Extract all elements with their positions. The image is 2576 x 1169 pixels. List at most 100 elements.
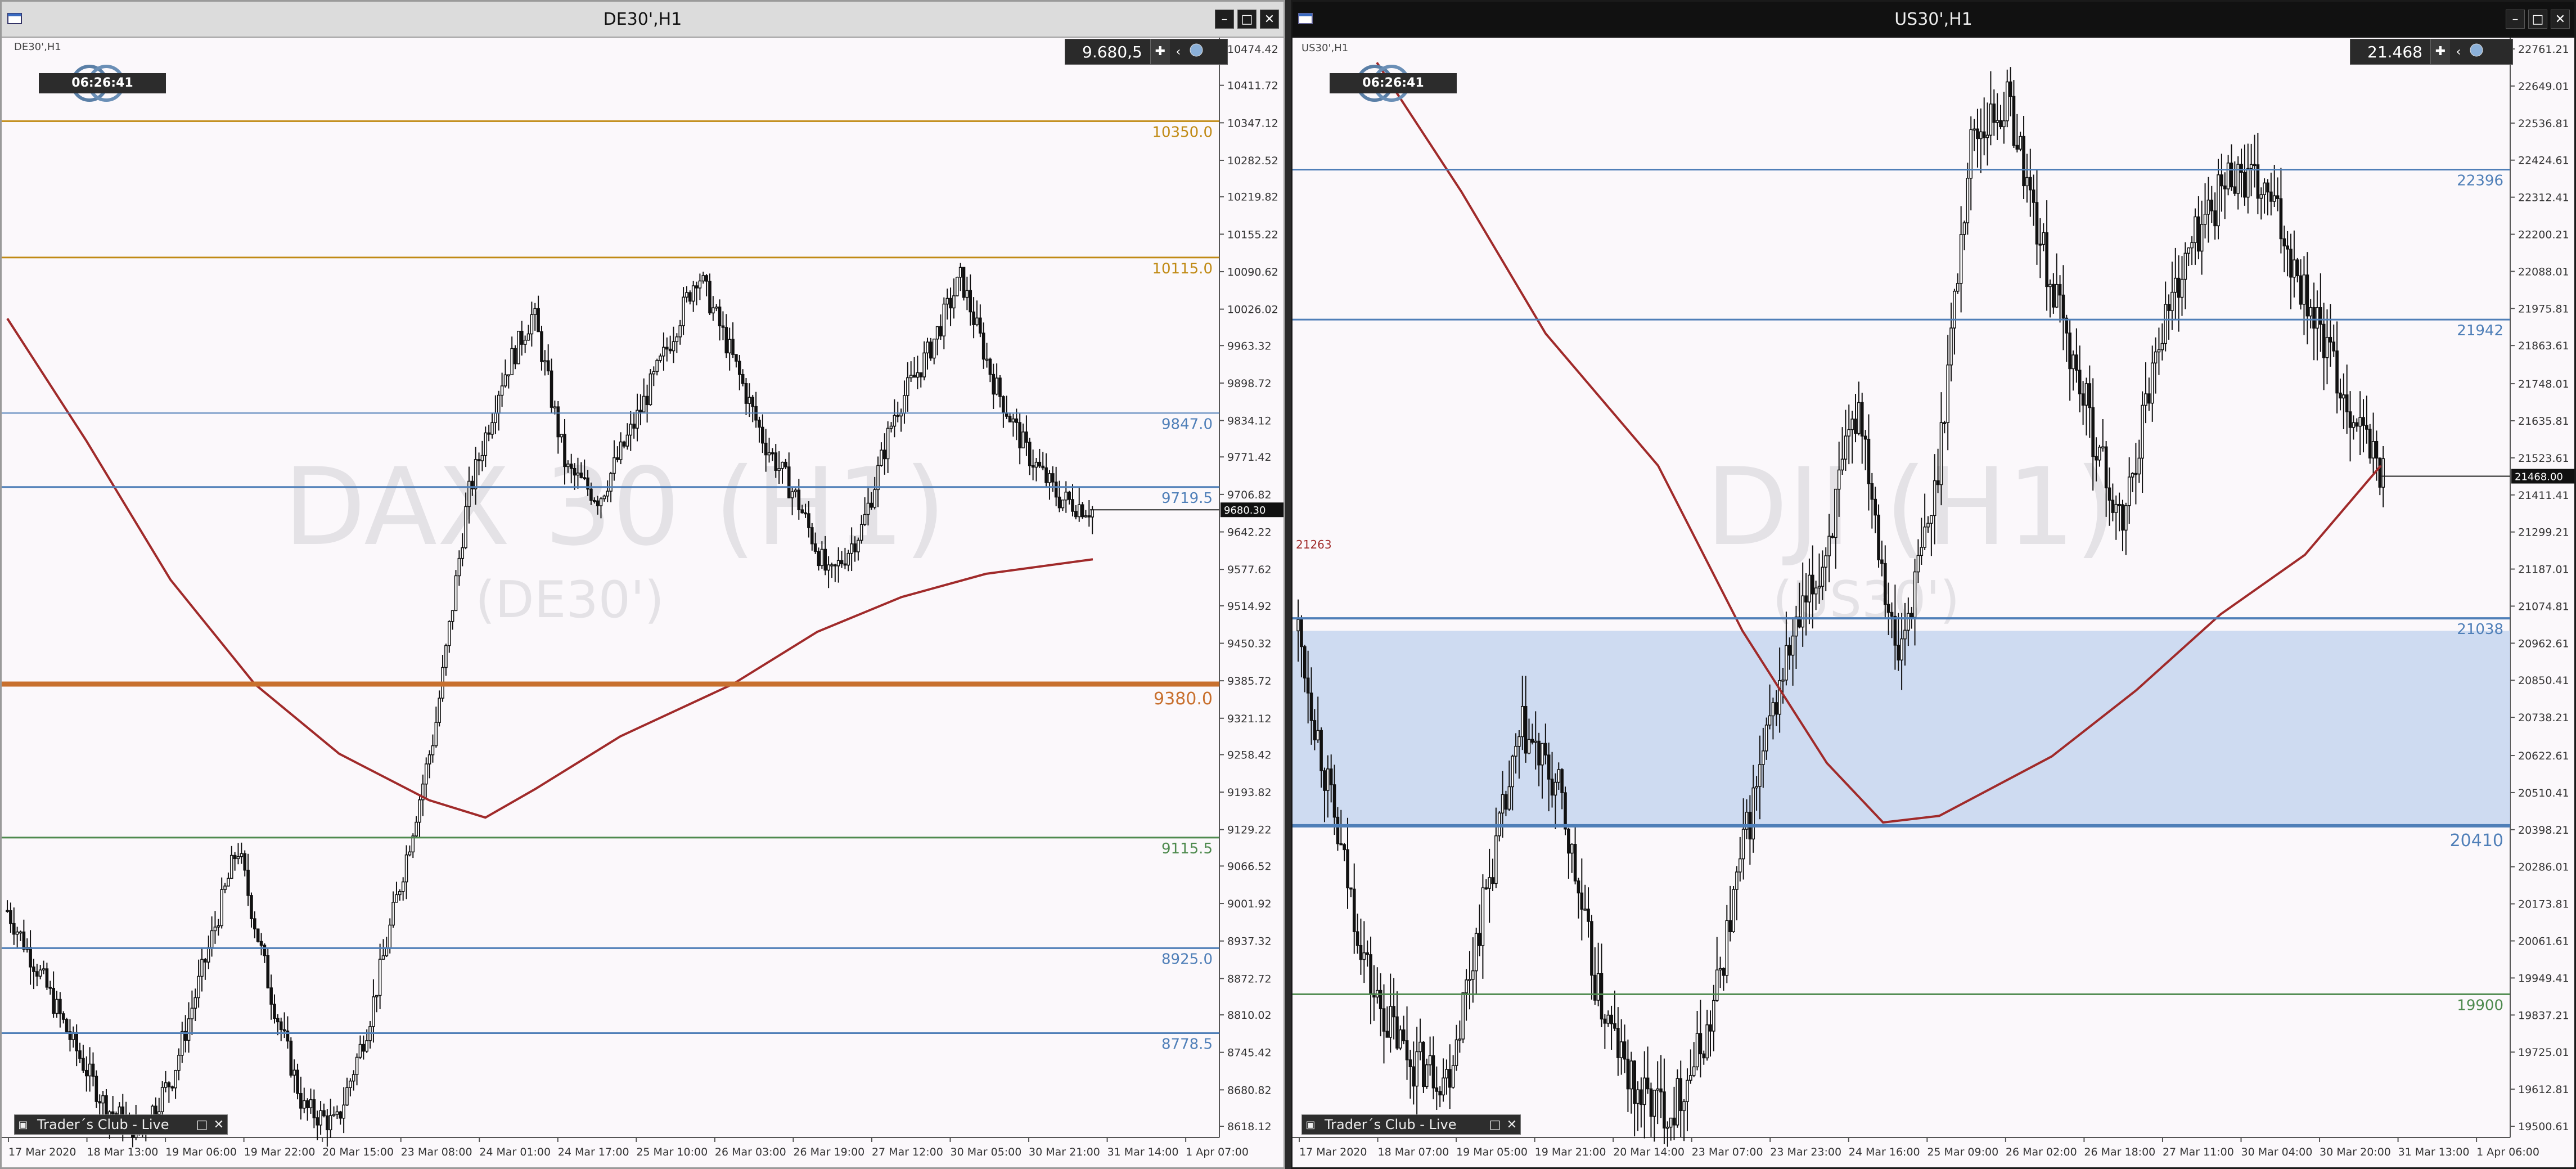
candle <box>427 750 431 779</box>
close-button[interactable]: ✕ <box>210 1118 227 1132</box>
symbol-tag: DE30',H1 <box>14 41 61 53</box>
y-tick-label: 10347.12 <box>1227 117 1278 129</box>
candle <box>1431 1036 1435 1100</box>
y-tick-label: 19949.41 <box>2518 972 2569 984</box>
chart-window-de30[interactable]: DE30',H1 – □ ✕ DAX 30 (H1) (DE30') 10474.4… <box>0 0 1285 1169</box>
candle <box>889 422 893 433</box>
candle <box>2236 156 2240 210</box>
candle <box>38 965 42 979</box>
dji-candlestick-chart[interactable]: DJI (H1)(US30')22761.2122649.0122536.812… <box>1292 38 2574 1167</box>
price-box[interactable]: 21.468 ✚ ‹ <box>2350 39 2513 65</box>
minimize-button[interactable]: – <box>2506 10 2525 29</box>
candle-countdown-timer: 06:26:41 <box>1330 73 1457 93</box>
candle <box>668 335 672 354</box>
globe-icon <box>1187 43 1206 61</box>
candle <box>2061 265 2065 350</box>
candle <box>1705 1009 1709 1061</box>
close-button[interactable]: ✕ <box>1503 1118 1520 1132</box>
close-button[interactable]: ✕ <box>1260 10 1279 29</box>
candle <box>187 1002 191 1053</box>
candle <box>2042 223 2046 251</box>
candle <box>682 287 685 335</box>
level-label: 10115.0 <box>1152 260 1213 277</box>
chart-window-us30[interactable]: US30',H1 – □ ✕ DJI (H1) (US30') 22761.21 22… <box>1291 0 2576 1169</box>
candle <box>2088 365 2092 438</box>
candle <box>975 300 979 327</box>
candle <box>55 991 58 1018</box>
candle <box>296 1063 299 1100</box>
x-tick-label: 25 Mar 09:00 <box>1927 1146 1998 1158</box>
candle <box>236 843 240 865</box>
candle <box>326 1109 329 1147</box>
spin-button[interactable]: ✚ <box>1150 39 1170 64</box>
candle <box>896 401 900 422</box>
minimized-window-traders-club[interactable]: ▣ Trader´s Club - Live □ ✕ <box>14 1114 228 1135</box>
arrow-left-icon[interactable]: ‹ <box>2450 45 2467 59</box>
candle <box>2352 415 2356 440</box>
dax-candlestick-chart[interactable]: DAX 30 (H1)(DE30')10474.4210411.7210347.… <box>2 38 1284 1167</box>
y-tick-label: 20398.21 <box>2518 824 2569 837</box>
candle <box>1458 1020 1462 1053</box>
candle <box>546 344 550 375</box>
candle <box>1038 448 1042 469</box>
price-box[interactable]: 9.680,5 ✚ ‹ <box>1065 39 1228 65</box>
candle <box>2233 161 2237 196</box>
candle <box>2220 154 2223 212</box>
y-tick-label: 10474.42 <box>1227 43 1278 56</box>
candle <box>560 434 563 443</box>
candle <box>1587 887 1590 938</box>
price-chart-area[interactable]: DAX 30 (H1) (DE30') 10474.42 10411.72 10347.… <box>2 38 1284 1167</box>
x-tick-label: 19 Mar 05:00 <box>1456 1146 1528 1158</box>
candle <box>362 1035 366 1060</box>
price-chart-area[interactable]: DJI (H1) (US30') 22761.21 22649.01 22536.81 2… <box>1292 38 2574 1167</box>
candle <box>190 990 194 1035</box>
candle <box>1385 1006 1389 1038</box>
candle <box>2022 115 2025 199</box>
candle <box>708 273 711 316</box>
y-tick-label: 9066.52 <box>1227 860 1272 873</box>
spin-button[interactable]: ✚ <box>2430 39 2450 64</box>
candle <box>1372 965 1376 1021</box>
candle <box>2240 149 2243 197</box>
restore-button[interactable]: □ <box>193 1118 210 1132</box>
candle <box>619 432 623 465</box>
candle <box>2187 247 2191 267</box>
candle <box>2316 290 2319 361</box>
candle <box>543 350 547 376</box>
candle <box>728 327 731 371</box>
candle <box>282 1012 286 1038</box>
candle <box>1484 879 1488 890</box>
candle <box>1943 420 1947 434</box>
candle <box>517 330 520 365</box>
candle <box>1623 1024 1627 1073</box>
x-tick-label: 30 Mar 21:00 <box>1029 1146 1100 1158</box>
close-button[interactable]: ✕ <box>2551 10 2570 29</box>
candle <box>2332 324 2336 357</box>
candle <box>665 337 669 362</box>
y-tick-label: 10282.52 <box>1227 155 1278 167</box>
candle <box>1702 1050 1706 1065</box>
candle <box>1044 453 1048 488</box>
restore-button[interactable]: □ <box>1487 1118 1503 1132</box>
taskbar-label: Trader´s Club - Live <box>37 1117 169 1132</box>
candle <box>408 845 412 857</box>
candle <box>718 299 722 341</box>
minimize-button[interactable]: – <box>1215 10 1234 29</box>
window-titlebar[interactable]: DE30',H1 – □ ✕ <box>2 2 1284 38</box>
candle <box>1425 1058 1429 1089</box>
candle <box>2197 196 2200 259</box>
arrow-left-icon[interactable]: ‹ <box>1170 45 1187 59</box>
maximize-button[interactable]: □ <box>2528 10 2547 29</box>
candle <box>210 916 214 957</box>
window-titlebar[interactable]: US30',H1 – □ ✕ <box>1292 2 2574 37</box>
minimized-window-traders-club[interactable]: ▣ Trader´s Club - Live □ ✕ <box>1301 1114 1521 1135</box>
maximize-button[interactable]: □ <box>1237 10 1257 29</box>
candle <box>2147 377 2151 411</box>
candle <box>510 336 514 375</box>
price-value: 21.468 <box>2367 42 2422 61</box>
candle <box>181 1022 184 1063</box>
candle <box>289 1037 293 1078</box>
candle <box>503 359 507 388</box>
candle <box>240 842 244 864</box>
y-tick-label: 8937.32 <box>1227 936 1272 948</box>
